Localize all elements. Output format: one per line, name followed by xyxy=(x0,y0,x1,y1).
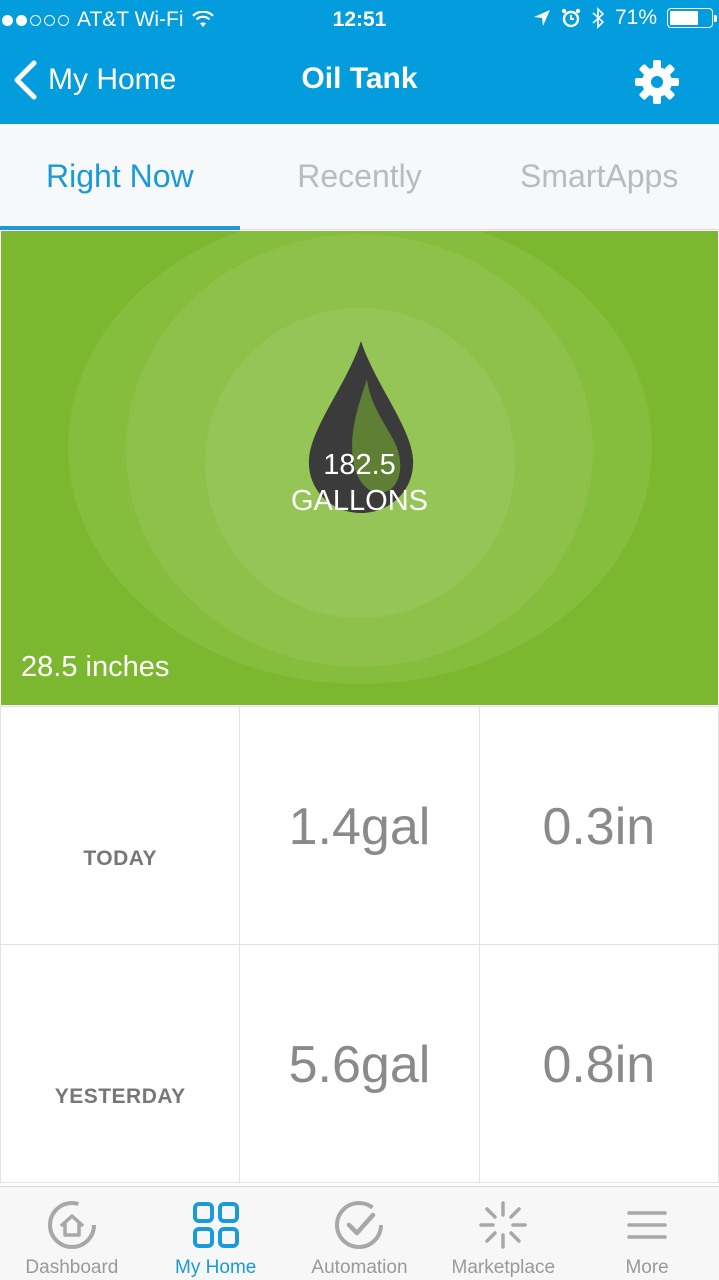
nav-my-home[interactable]: My Home xyxy=(144,1187,288,1280)
tab-recently[interactable]: Recently xyxy=(240,124,480,229)
yesterday-inches: 0.8in xyxy=(542,1036,656,1094)
chevron-left-icon xyxy=(14,60,37,100)
stats-cell-label: YESTERDAY xyxy=(0,945,241,1182)
dashboard-icon xyxy=(47,1201,96,1249)
gear-icon[interactable] xyxy=(633,58,681,106)
nav-automation-label: Automation xyxy=(311,1257,408,1278)
segment-tabs: Right Now Recently SmartApps xyxy=(0,124,719,230)
nav-header: My Home Oil Tank xyxy=(0,40,719,124)
stats-grid: TODAY 1.4gal 0.3in YESTERDAY 5.6gal 0.8i… xyxy=(0,706,719,1184)
battery-percent: 71% xyxy=(614,6,657,29)
nav-dashboard[interactable]: Dashboard xyxy=(0,1187,144,1280)
automation-check-icon xyxy=(335,1201,384,1249)
top-bar: AT&T Wi-Fi 12:51 71% My Home Oil Tank xyxy=(0,0,719,124)
menu-icon xyxy=(627,1211,667,1239)
stats-cell-inches: 0.3in xyxy=(480,707,719,944)
stats-row-yesterday: YESTERDAY 5.6gal 0.8in xyxy=(0,945,719,1183)
tab-right-now[interactable]: Right Now xyxy=(0,124,240,230)
status-bar: AT&T Wi-Fi 12:51 71% xyxy=(0,0,719,40)
gallons-unit: GALLONS xyxy=(291,485,428,517)
nav-my-home-label: My Home xyxy=(175,1257,257,1278)
oil-tank-tile[interactable]: 182.5 GALLONS 28.5 inches xyxy=(1,231,718,705)
back-button[interactable]: My Home xyxy=(12,58,176,102)
stats-row-today: TODAY 1.4gal 0.3in xyxy=(0,707,719,945)
back-label: My Home xyxy=(48,63,177,96)
today-inches: 0.3in xyxy=(542,798,656,856)
bluetooth-icon xyxy=(592,7,605,29)
nav-automation[interactable]: Automation xyxy=(288,1187,432,1280)
marketplace-burst-icon xyxy=(479,1201,528,1249)
stats-cell-label: TODAY xyxy=(0,707,241,944)
nav-dashboard-label: Dashboard xyxy=(25,1257,119,1278)
gallons-value: 182.5 xyxy=(323,449,396,481)
tab-smartapps[interactable]: SmartApps xyxy=(479,124,719,229)
today-gallons: 1.4gal xyxy=(288,798,431,856)
battery-fill xyxy=(670,11,699,25)
nav-more[interactable]: More xyxy=(575,1187,719,1280)
nav-marketplace[interactable]: Marketplace xyxy=(431,1187,575,1280)
yesterday-label: YESTERDAY xyxy=(54,1085,186,1108)
nav-marketplace-label: Marketplace xyxy=(451,1257,556,1278)
alarm-icon xyxy=(561,8,581,28)
nav-more-label: More xyxy=(625,1257,669,1278)
bottom-tab-bar: Dashboard My Home Automation Marketplace… xyxy=(0,1186,719,1280)
yesterday-gallons: 5.6gal xyxy=(288,1036,431,1094)
battery-icon xyxy=(667,8,717,28)
my-home-grid-icon xyxy=(192,1202,239,1248)
tile-reading: 182.5 GALLONS xyxy=(1,447,718,519)
stats-cell-inches: 0.8in xyxy=(480,945,719,1182)
today-label: TODAY xyxy=(83,847,158,870)
location-arrow-icon xyxy=(533,10,550,26)
inches-value: 28.5 inches xyxy=(21,651,170,683)
stats-cell-gallons: 5.6gal xyxy=(240,945,480,1182)
stats-cell-gallons: 1.4gal xyxy=(240,707,480,944)
